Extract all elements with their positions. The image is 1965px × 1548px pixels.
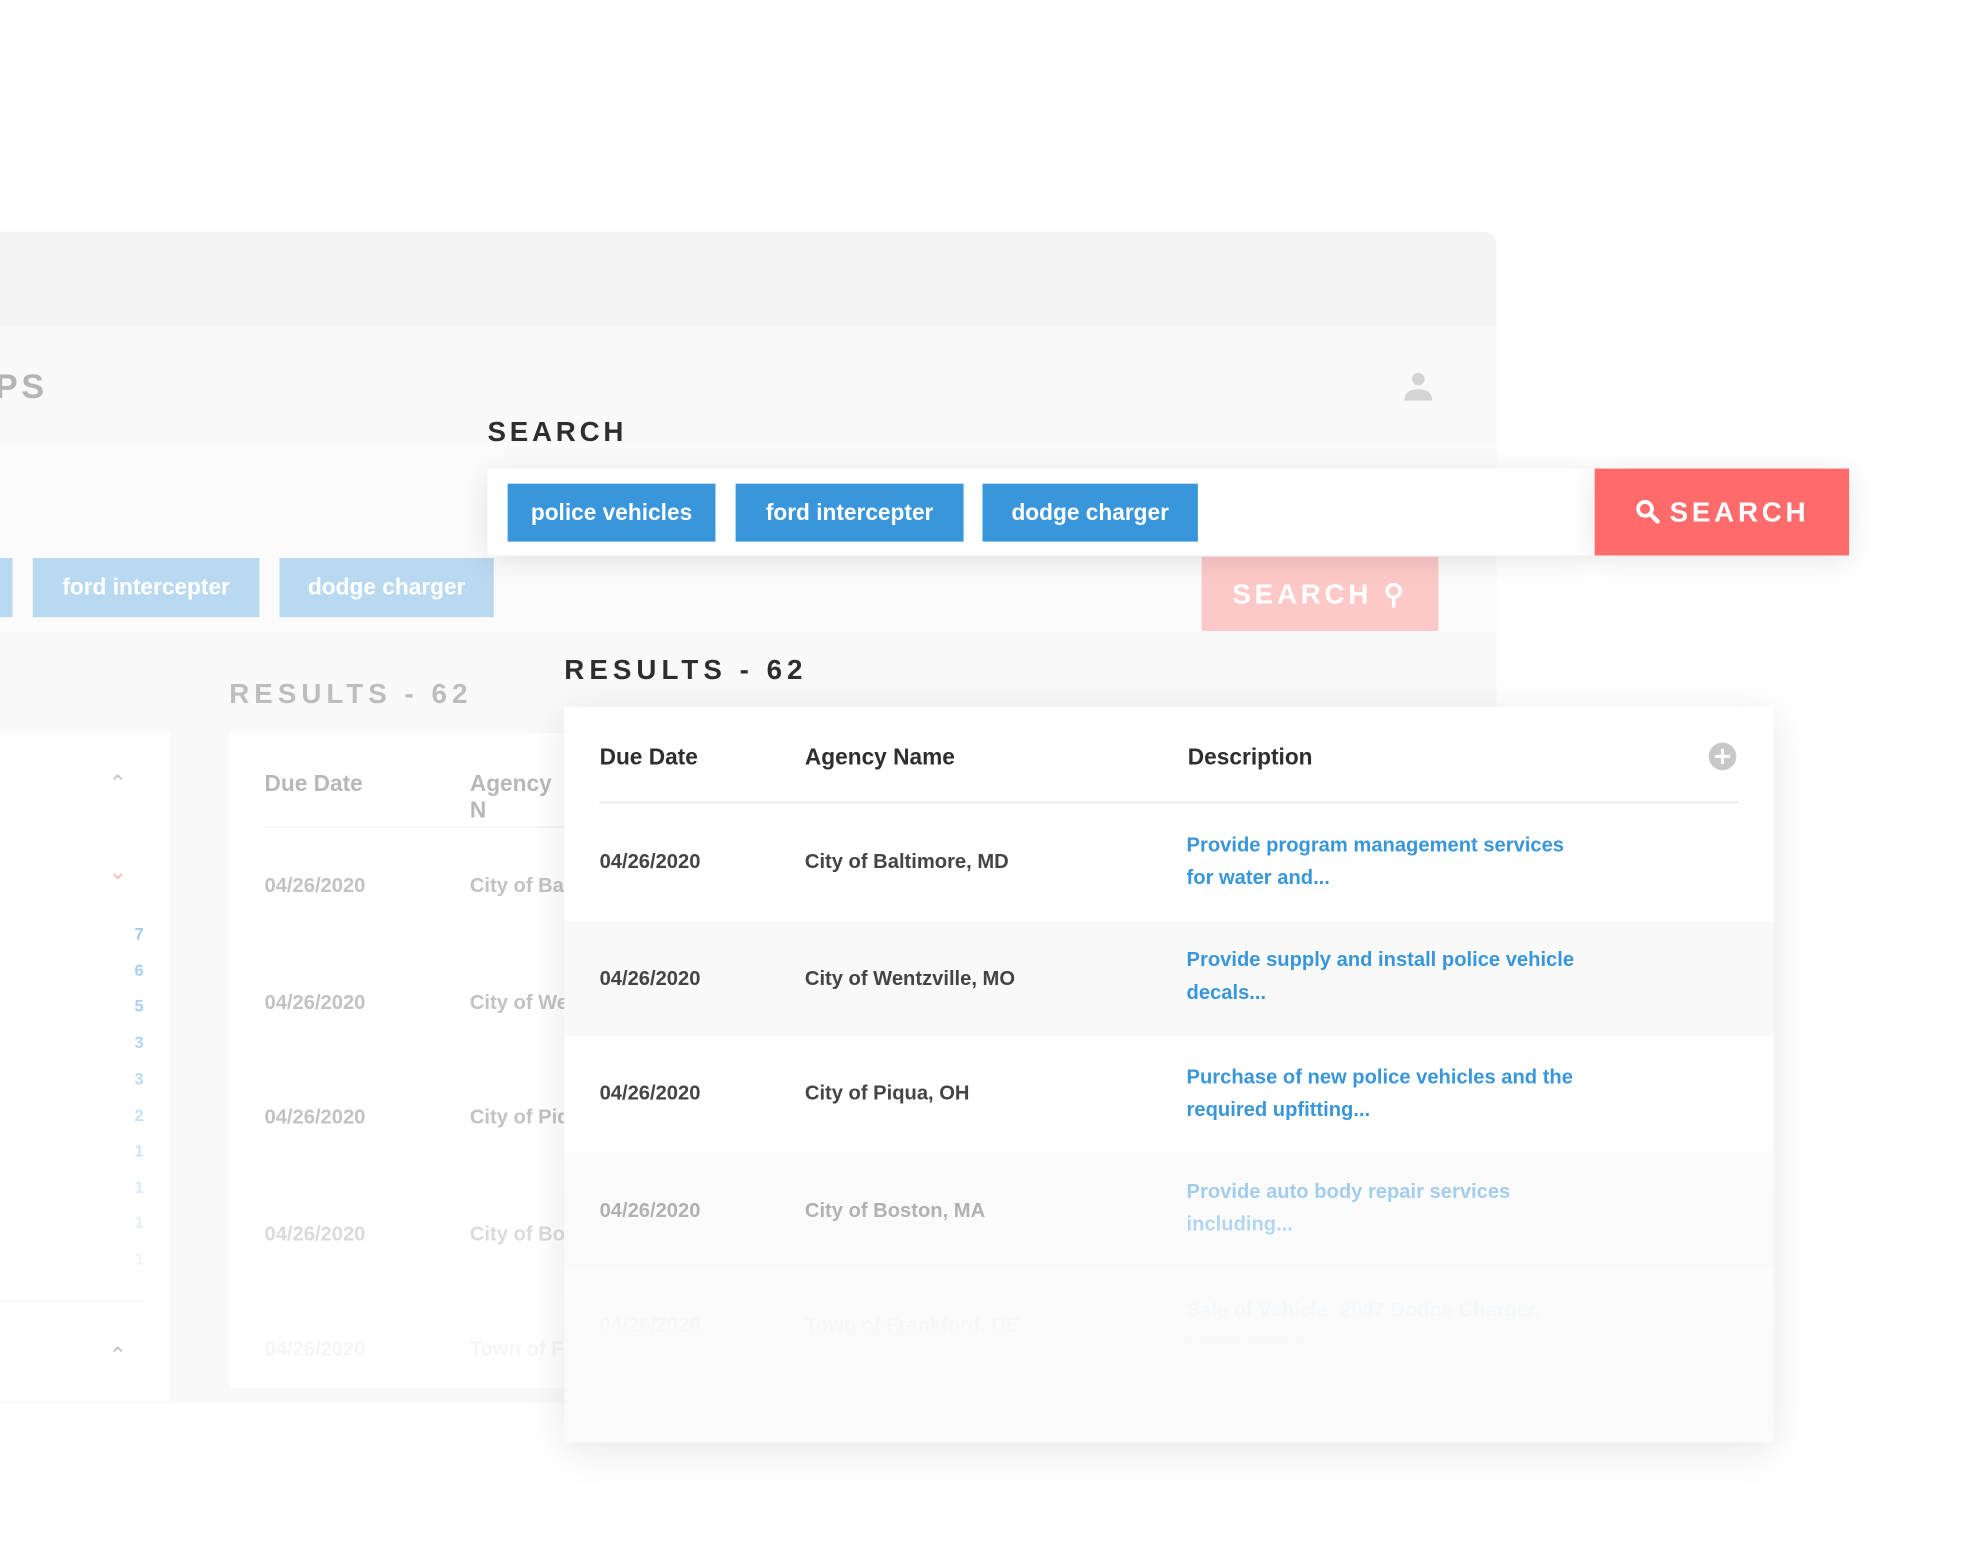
chevron-down-icon: ⌄ (108, 859, 128, 885)
filter-count: 2 (134, 1105, 144, 1125)
cell-due-date: 04/26/2020 (599, 1200, 701, 1222)
cell-due-date: 04/26/2020 (599, 1083, 701, 1105)
background-results-heading: RESULTS - 62 (229, 677, 473, 710)
background-cell-date: 04/26/2020 (264, 1224, 366, 1246)
search-chip[interactable]: police vehicles (507, 483, 716, 542)
background-results-table: Due Date Agency N 04/26/2020 City of Bal… (229, 733, 570, 1389)
table-row[interactable]: 04/26/2020 City of Baltimore, MD Provide… (564, 804, 1773, 920)
divider (0, 1299, 145, 1302)
table-row[interactable]: 04/26/2020 City of Wentzville, MO Provid… (564, 920, 1774, 1037)
cell-due-date: 04/26/2020 (599, 851, 701, 873)
filter-count: 3 (134, 1032, 144, 1052)
search-button[interactable]: SEARCH (1594, 468, 1850, 556)
background-cell-agency: City of Piq (469, 1107, 570, 1129)
cell-due-date: 04/26/2020 (599, 1315, 701, 1337)
search-chip[interactable]: dodge charger (982, 483, 1198, 542)
background-cell-date: 04/26/2020 (264, 875, 366, 897)
background-chip-partial (0, 558, 13, 618)
divider (264, 826, 567, 828)
filter-count: 1 (134, 1177, 144, 1197)
stage: PS ford intercepter dodge charger SEARCH… (0, 0, 1965, 1548)
cell-due-date: 04/26/2020 (599, 968, 701, 991)
background-cell-date: 04/26/2020 (264, 1338, 366, 1361)
background-search-button: SEARCH ⚲ (1201, 556, 1439, 632)
cell-agency-name: City of Baltimore, MD (804, 851, 1009, 873)
background-filter-sidebar: ⌃ ⌄ 7 6 5 3 3 2 1 1 1 1 ⌃ (0, 733, 171, 1401)
filter-count: 5 (134, 996, 144, 1016)
filter-count: 3 (134, 1069, 144, 1089)
header-description[interactable]: Description (1188, 744, 1313, 770)
table-row[interactable]: 04/26/2020 City of Boston, MA Provide au… (564, 1152, 1774, 1269)
search-button-label: SEARCH (1669, 496, 1810, 528)
chevron-up-icon: ⌃ (108, 770, 128, 797)
background-page-title: PS (0, 367, 48, 406)
background-cell-agency: City of Bo (469, 1224, 565, 1246)
background-header-agency: Agency N (469, 770, 552, 823)
header-agency-name[interactable]: Agency Name (805, 744, 955, 770)
background-cell-agency: City of We (469, 992, 569, 1014)
filter-count: 7 (134, 924, 144, 944)
table-row[interactable]: 04/26/2020 City of Piqua, OH Purchase of… (564, 1035, 1773, 1151)
search-chip[interactable]: ford intercepter (735, 483, 964, 542)
user-icon[interactable] (1403, 370, 1433, 401)
search-icon (1635, 500, 1660, 524)
results-heading: RESULTS - 62 (564, 653, 808, 686)
filter-count: 1 (134, 1212, 144, 1232)
background-cell-date: 04/26/2020 (264, 992, 366, 1014)
background-chip: dodge charger (279, 558, 494, 618)
chevron-up-icon: ⌃ (108, 1342, 128, 1368)
cell-description-link[interactable]: Provide supply and install police vehicl… (1187, 945, 1577, 1010)
cell-description-link[interactable]: Purchase of new police vehicles and the … (1187, 1062, 1577, 1127)
background-cell-agency: Town of F (469, 1338, 564, 1361)
search-input[interactable]: police vehicles ford intercepter dodge c… (487, 468, 1595, 556)
search-icon: ⚲ (1383, 578, 1408, 610)
filter-count: 1 (134, 1249, 144, 1269)
add-column-plus-icon[interactable] (1708, 742, 1737, 771)
cell-description-link[interactable]: Provide auto body repair services includ… (1187, 1176, 1577, 1241)
background-header-due-date: Due Date (264, 770, 363, 797)
header-due-date[interactable]: Due Date (600, 744, 698, 770)
table-row[interactable]: 04/26/2020 Town of Frankford, DE Sale of… (564, 1267, 1773, 1383)
background-chip: ford intercepter (32, 558, 260, 618)
filter-count: 1 (134, 1141, 144, 1161)
cell-agency-name: City of Wentzville, MO (804, 968, 1016, 991)
cell-agency-name: City of Boston, MA (804, 1200, 986, 1222)
search-heading: SEARCH (487, 415, 628, 448)
cell-description-link[interactable]: Provide program management services for … (1187, 830, 1577, 895)
filter-count: 6 (134, 961, 144, 980)
cell-description-link[interactable]: Sale of Vehicle: 2007 Dodge Charger, Col… (1187, 1295, 1577, 1360)
background-search-label: SEARCH (1232, 578, 1373, 610)
background-cell-agency: City of Bal (469, 875, 570, 897)
cell-agency-name: Town of Frankford, DE (804, 1315, 1020, 1337)
cell-agency-name: City of Piqua, OH (804, 1083, 970, 1105)
background-cell-date: 04/26/2020 (264, 1107, 366, 1129)
results-table: Due Date Agency Name Description 04/26/2… (564, 706, 1774, 1443)
background-title-bar (0, 231, 1497, 325)
